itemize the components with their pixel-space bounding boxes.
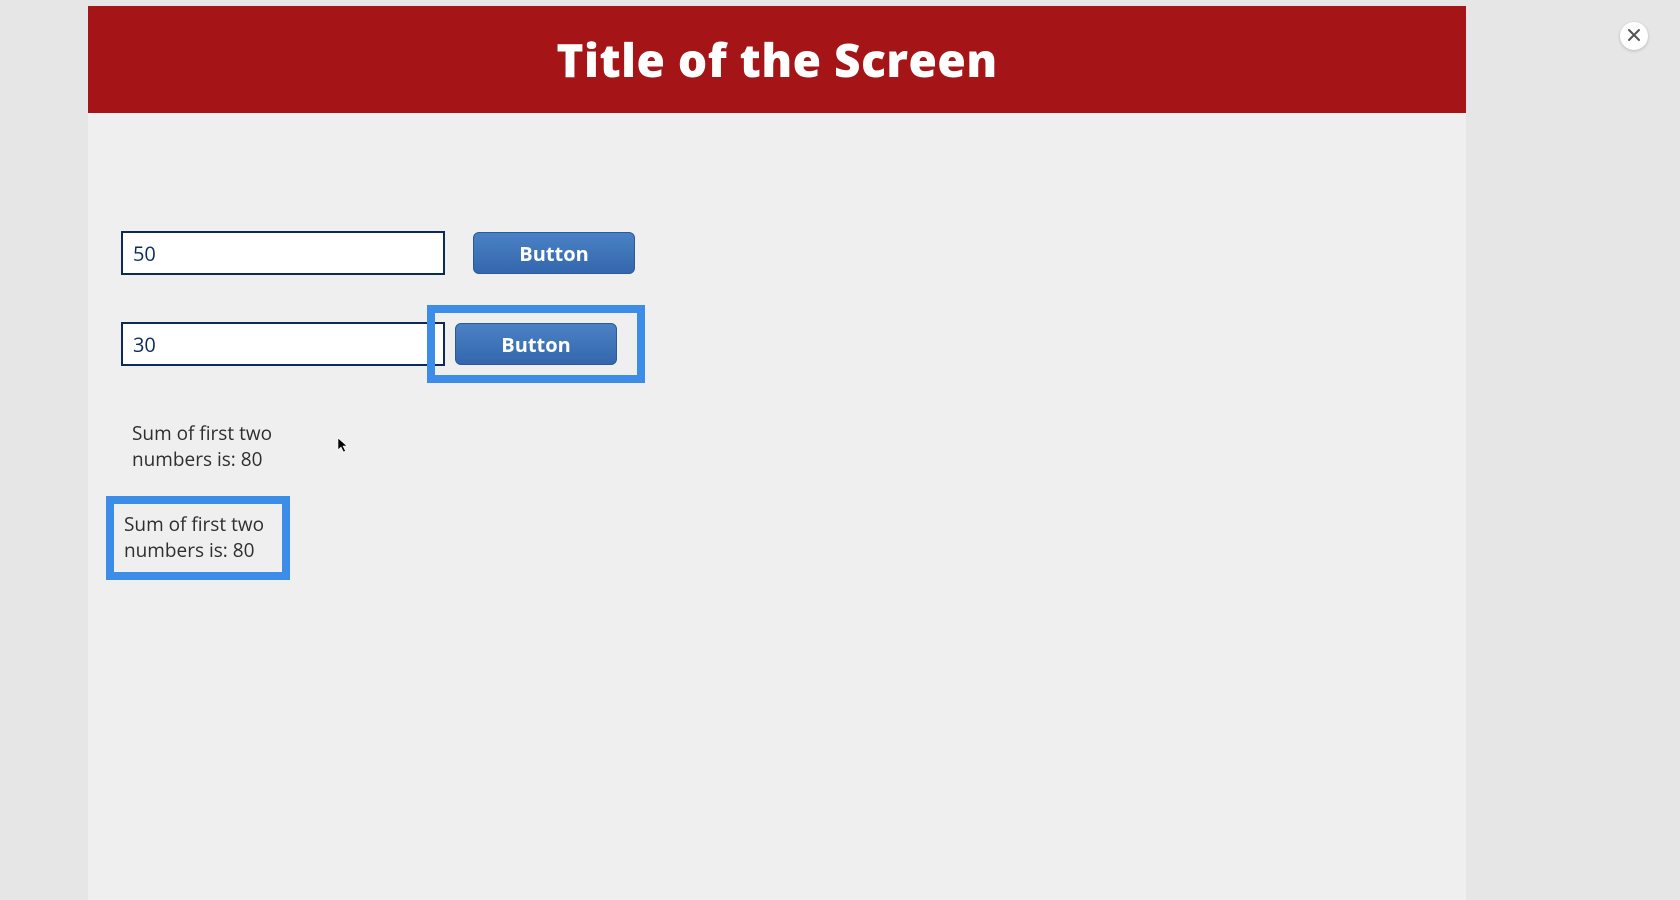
button-1-wrap: Button <box>473 232 635 274</box>
result-text-2: Sum of first two numbers is: 80 <box>118 510 278 565</box>
close-icon <box>1627 25 1641 47</box>
button-2-highlight-box: Button <box>427 305 645 383</box>
app-screen: Title of the Screen Button Button Sum of… <box>88 6 1466 900</box>
result-text-1: Sum of first two numbers is: 80 <box>126 419 286 474</box>
content-area: Button Button Sum of first two numbers i… <box>88 113 1466 900</box>
page-title: Title of the Screen <box>556 29 997 91</box>
close-button[interactable] <box>1620 22 1648 50</box>
result-text-1-wrap: Sum of first two numbers is: 80 <box>126 419 1466 474</box>
number-input-2[interactable] <box>121 322 445 366</box>
result-text-2-highlight-box: Sum of first two numbers is: 80 <box>106 496 290 579</box>
input-row-1: Button <box>121 231 1466 275</box>
action-button-2[interactable]: Button <box>455 323 617 365</box>
action-button-1[interactable]: Button <box>473 232 635 274</box>
input-row-2: Button <box>121 305 1466 383</box>
screen-header: Title of the Screen <box>88 6 1466 113</box>
number-input-1[interactable] <box>121 231 445 275</box>
